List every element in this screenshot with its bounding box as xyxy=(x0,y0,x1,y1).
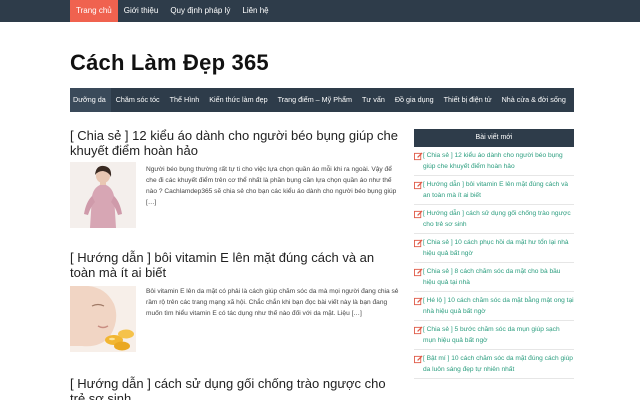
recent-post-item[interactable]: [ Hé lộ ] 10 cách chăm sóc da mặt bằng m… xyxy=(414,292,574,321)
edit-icon xyxy=(414,239,423,248)
recent-post-link[interactable]: [ Hé lộ ] 10 cách chăm sóc da mặt bằng m… xyxy=(423,296,574,317)
edit-icon xyxy=(414,210,423,219)
top-bar: Trang chủ Giới thiệu Quy định pháp lý Li… xyxy=(0,0,640,22)
top-nav: Trang chủ Giới thiệu Quy định pháp lý Li… xyxy=(70,0,275,22)
recent-post-link[interactable]: [ Chia sẻ ] 10 cách phục hồi da mặt hư t… xyxy=(423,238,574,259)
recent-post-item[interactable]: [ Chia sẻ ] 12 kiểu áo dành cho người bé… xyxy=(414,147,574,176)
edit-icon xyxy=(414,152,423,161)
topnav-legal[interactable]: Quy định pháp lý xyxy=(164,0,236,22)
mainnav-household[interactable]: Đồ gia dụng xyxy=(390,88,439,112)
recent-post-link[interactable]: [ Hướng dẫn ] cách sử dụng gối chống trà… xyxy=(423,209,574,230)
recent-post-link[interactable]: [ Chia sẻ ] 5 bước chăm sóc da mụn giúp … xyxy=(423,325,574,346)
face-vitamin-image xyxy=(70,286,136,352)
post-thumbnail[interactable] xyxy=(70,286,136,352)
edit-icon xyxy=(414,268,423,277)
recent-post-item[interactable]: [ Chia sẻ ] 10 cách phục hồi da mặt hư t… xyxy=(414,234,574,263)
topnav-home[interactable]: Trang chủ xyxy=(70,0,118,22)
recent-post-item[interactable]: [ Bật mí ] 10 cách chăm sóc da mặt đúng … xyxy=(414,350,574,379)
mainnav-fitness[interactable]: Thể Hình xyxy=(165,88,205,112)
mainnav-electronics[interactable]: Thiết bị điện tử xyxy=(439,88,497,112)
post-item: [ Hướng dẫn ] bôi vitamin E lên mặt đúng… xyxy=(70,250,400,352)
mainnav-advice[interactable]: Tư vấn xyxy=(357,88,390,112)
post-title[interactable]: [ Chia sẻ ] 12 kiểu áo dành cho người bé… xyxy=(70,128,400,158)
post-title[interactable]: [ Hướng dẫn ] bôi vitamin E lên mặt đúng… xyxy=(70,250,400,280)
woman-blouse-image xyxy=(70,162,136,228)
post-item: [ Chia sẻ ] 12 kiểu áo dành cho người bé… xyxy=(70,128,400,228)
mainnav-home-life[interactable]: Nhà cửa & đời sống xyxy=(497,88,571,112)
recent-post-item[interactable]: [ Hướng dẫn ] cách sử dụng gối chống trà… xyxy=(414,205,574,234)
sidebar: Bài viết mới [ Chia sẻ ] 12 kiểu áo dành… xyxy=(414,129,574,379)
edit-icon xyxy=(414,181,423,190)
recent-post-item[interactable]: [ Chia sẻ ] 8 cách chăm sóc da mặt cho b… xyxy=(414,263,574,292)
post-excerpt: Người béo bụng thường rất tự ti cho việc… xyxy=(146,166,397,206)
mainnav-makeup[interactable]: Trang điểm – Mỹ Phẩm xyxy=(273,88,357,112)
recent-post-item[interactable]: [ Chia sẻ ] 5 bước chăm sóc da mụn giúp … xyxy=(414,321,574,350)
edit-icon xyxy=(414,355,423,364)
page: Trang chủ Giới thiệu Quy định pháp lý Li… xyxy=(0,0,640,400)
topnav-about[interactable]: Giới thiệu xyxy=(118,0,165,22)
recent-post-link[interactable]: [ Chia sẻ ] 12 kiểu áo dành cho người bé… xyxy=(423,151,574,172)
edit-icon xyxy=(414,326,423,335)
post-excerpt: Bôi vitamin E lên da mặt có phải là cách… xyxy=(146,288,399,317)
post-thumbnail[interactable] xyxy=(70,162,136,228)
mainnav-skincare[interactable]: Dưỡng da xyxy=(70,88,111,112)
edit-icon xyxy=(414,297,423,306)
recent-post-item[interactable]: [ Hướng dẫn ] bôi vitamin E lên mặt đúng… xyxy=(414,176,574,205)
main-nav: Dưỡng da Chăm sóc tóc Thể Hình Kiến thức… xyxy=(70,88,574,112)
mainnav-haircare[interactable]: Chăm sóc tóc xyxy=(111,88,165,112)
post-title[interactable]: [ Hướng dẫn ] cách sử dụng gối chống trà… xyxy=(70,376,400,400)
recent-post-link[interactable]: [ Chia sẻ ] 8 cách chăm sóc da mặt cho b… xyxy=(423,267,574,288)
recent-post-link[interactable]: [ Bật mí ] 10 cách chăm sóc da mặt đúng … xyxy=(423,354,574,375)
sidebar-heading: Bài viết mới xyxy=(414,129,574,147)
recent-post-link[interactable]: [ Hướng dẫn ] bôi vitamin E lên mặt đúng… xyxy=(423,180,574,201)
recent-posts-list: [ Chia sẻ ] 12 kiểu áo dành cho người bé… xyxy=(414,147,574,379)
mainnav-beauty-knowledge[interactable]: Kiến thức làm đẹp xyxy=(204,88,272,112)
post-item: [ Hướng dẫn ] cách sử dụng gối chống trà… xyxy=(70,376,400,400)
site-title[interactable]: Cách Làm Đẹp 365 xyxy=(70,50,269,76)
topnav-contact[interactable]: Liên hệ xyxy=(236,0,274,22)
